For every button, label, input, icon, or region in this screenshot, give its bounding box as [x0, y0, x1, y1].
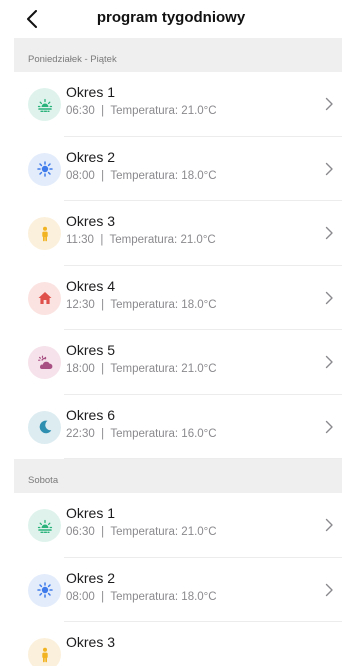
person-icon	[28, 638, 61, 666]
period-time: 11:30	[66, 234, 94, 246]
home-icon	[28, 281, 61, 315]
period-row[interactable]: Okres 3 11:30 | Temperatura: 21.0°C	[14, 201, 342, 266]
section-header-label: Poniedziałek - Piątek	[28, 54, 117, 65]
sun-icon	[28, 573, 61, 607]
separator: |	[94, 590, 111, 603]
period-title: Okres 1	[66, 84, 116, 100]
person-icon	[28, 217, 61, 250]
period-details: 12:30 | Temperatura: 18.0°C	[66, 299, 217, 311]
period-temperature: Temperatura: 16.0°C	[110, 427, 217, 440]
chevron-right-icon	[325, 162, 333, 175]
period-details: 08:00 | Temperatura: 18.0°C	[66, 591, 217, 603]
period-time: 12:30	[66, 298, 95, 311]
period-temperature: Temperatura: 21.0°C	[110, 363, 217, 375]
moon-icon	[28, 410, 61, 444]
sunrise-icon	[28, 509, 61, 542]
section-header: Sobota	[14, 459, 342, 493]
period-time: 22:30	[66, 427, 95, 440]
period-time: 08:00	[66, 590, 95, 603]
period-details: 22:30 | Temperatura: 16.0°C	[66, 428, 217, 440]
separator: |	[93, 234, 110, 246]
period-title: Okres 1	[66, 505, 116, 521]
period-title: Okres 3	[66, 634, 116, 650]
section-header-label: Sobota	[28, 475, 59, 486]
period-temperature: Temperatura: 21.0°C	[109, 234, 216, 246]
separator: |	[94, 526, 111, 538]
period-title: Okres 3	[66, 213, 116, 229]
period-time: 18:00	[66, 363, 95, 375]
period-temperature: Temperatura: 21.0°C	[110, 526, 217, 538]
period-time: 06:30	[66, 526, 95, 538]
sunrise-icon	[28, 88, 61, 121]
period-details: 11:30 | Temperatura: 21.0°C	[66, 234, 216, 246]
period-row[interactable]: Okres 1 06:30 | Temperatura: 21.0°C	[14, 72, 342, 137]
period-row[interactable]: Okres 4 12:30 | Temperatura: 18.0°C	[14, 265, 342, 330]
chevron-right-icon	[325, 583, 333, 596]
period-row[interactable]: Okres 6 22:30 | Temperatura: 16.0°C	[14, 394, 342, 459]
period-details: 08:00 | Temperatura: 18.0°C	[66, 170, 217, 182]
separator: |	[94, 169, 111, 182]
period-details: 06:30 | Temperatura: 21.0°C	[66, 105, 217, 117]
period-title: Okres 5	[66, 342, 116, 358]
chevron-right-icon	[325, 291, 333, 304]
period-title: Okres 2	[66, 148, 116, 165]
period-row[interactable]: Okres 5 18:00 | Temperatura: 21.0°C	[14, 330, 342, 395]
period-temperature: Temperatura: 18.0°C	[110, 590, 217, 603]
separator: |	[94, 105, 111, 117]
period-row[interactable]: Okres 2 08:00 | Temperatura: 18.0°C	[14, 557, 342, 622]
period-temperature: Temperatura: 21.0°C	[110, 105, 217, 117]
period-details: 06:30 | Temperatura: 21.0°C	[66, 526, 217, 538]
chevron-right-icon	[325, 355, 333, 369]
separator: |	[94, 427, 111, 440]
section-header: Poniedziałek - Piątek	[14, 38, 342, 72]
separator: |	[94, 298, 111, 311]
period-temperature: Temperatura: 18.0°C	[110, 169, 217, 182]
period-row[interactable]: Okres 2 08:00 | Temperatura: 18.0°C	[14, 136, 342, 201]
separator: |	[94, 363, 111, 375]
period-time: 08:00	[66, 169, 95, 182]
period-temperature: Temperatura: 18.0°C	[110, 298, 217, 311]
period-title: Okres 4	[66, 277, 116, 294]
period-row[interactable]: Okres 1 06:30 | Temperatura: 21.0°C	[14, 493, 342, 558]
period-details: 18:00 | Temperatura: 21.0°C	[66, 363, 217, 375]
chevron-right-icon	[325, 420, 333, 433]
page-title: program tygodniowy	[96, 9, 246, 26]
chevron-right-icon	[325, 226, 333, 240]
period-row[interactable]: Okres 3	[14, 622, 342, 666]
period-title: Okres 6	[66, 406, 116, 423]
sunset-cloud-icon	[28, 346, 61, 379]
sun-icon	[28, 152, 61, 186]
period-title: Okres 2	[66, 569, 116, 586]
period-time: 06:30	[66, 105, 95, 117]
navigation-bar: program tygodniowy	[0, 0, 342, 38]
chevron-right-icon	[325, 518, 333, 532]
chevron-right-icon	[325, 97, 333, 111]
